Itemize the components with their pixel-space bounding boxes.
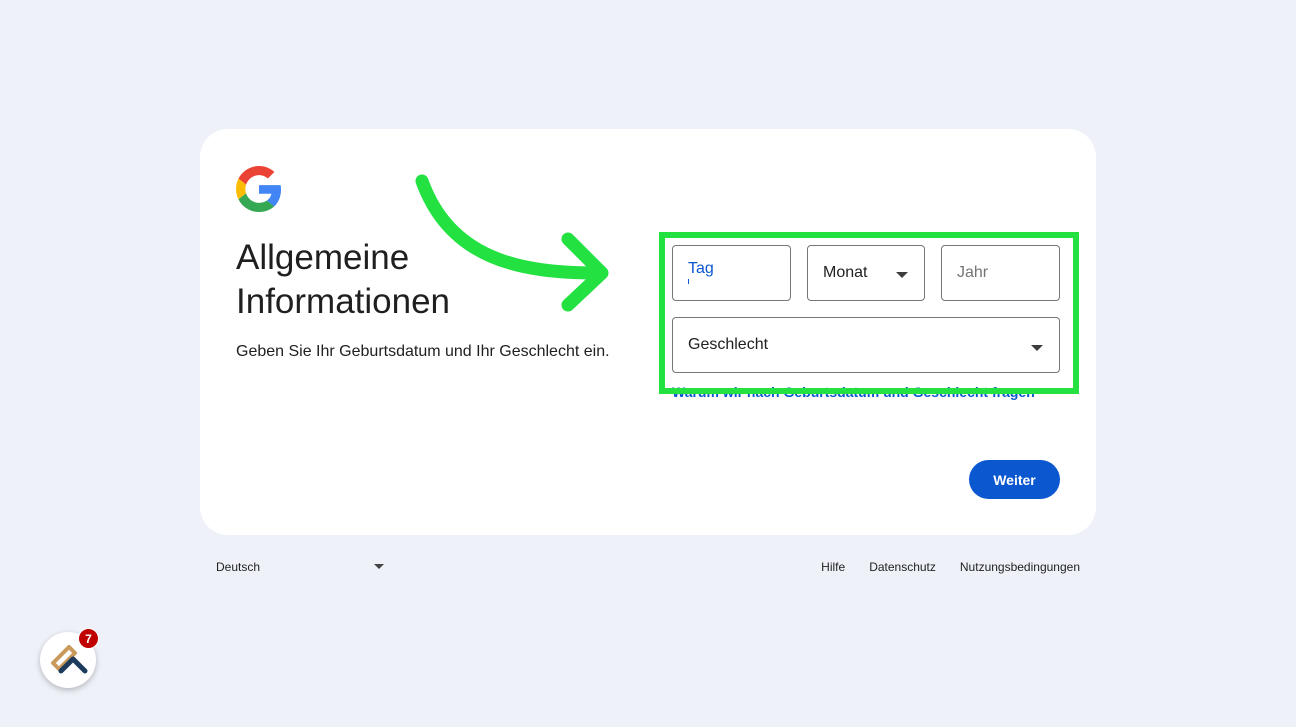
page-title: Allgemeine Informationen bbox=[236, 236, 616, 324]
page-title-line2: Informationen bbox=[236, 282, 451, 321]
chevron-down-icon bbox=[896, 272, 908, 278]
gender-select[interactable]: Geschlecht bbox=[672, 317, 1060, 373]
page-subtitle: Geben Sie Ihr Geburtsdatum und Ihr Gesch… bbox=[236, 343, 610, 360]
month-select-label: Monat bbox=[823, 264, 868, 281]
gender-select-label: Geschlecht bbox=[688, 336, 769, 353]
month-select[interactable]: Monat bbox=[807, 245, 925, 301]
help-link[interactable]: Hilfe bbox=[813, 553, 853, 581]
signup-card: Allgemeine Informationen Geben Sie Ihr G… bbox=[200, 129, 1096, 535]
year-input[interactable] bbox=[942, 246, 1059, 300]
chevron-down-icon bbox=[374, 564, 384, 569]
footer: Deutsch Hilfe Datenschutz Nutzungsbeding… bbox=[200, 553, 1096, 581]
text-cursor bbox=[688, 279, 689, 284]
language-value: Deutsch bbox=[216, 560, 261, 574]
year-field[interactable] bbox=[941, 245, 1060, 301]
privacy-link[interactable]: Datenschutz bbox=[861, 553, 944, 581]
footer-links: Hilfe Datenschutz Nutzungsbedingungen bbox=[813, 553, 1088, 581]
day-field[interactable]: Tag bbox=[672, 245, 791, 301]
notification-count-badge: 7 bbox=[78, 628, 99, 649]
page-title-line1: Allgemeine bbox=[236, 238, 410, 277]
page: Allgemeine Informationen Geben Sie Ihr G… bbox=[0, 0, 1296, 727]
day-input[interactable] bbox=[673, 246, 790, 300]
why-ask-link[interactable]: Warum wir nach Geburtsdatum und Geschlec… bbox=[672, 384, 1035, 400]
chevron-down-icon bbox=[1031, 345, 1043, 351]
terms-link[interactable]: Nutzungsbedingungen bbox=[952, 553, 1088, 581]
google-logo-icon bbox=[236, 166, 282, 212]
next-button[interactable]: Weiter bbox=[969, 460, 1060, 499]
language-select[interactable]: Deutsch bbox=[208, 553, 384, 581]
extension-badge[interactable]: 7 bbox=[40, 628, 99, 688]
